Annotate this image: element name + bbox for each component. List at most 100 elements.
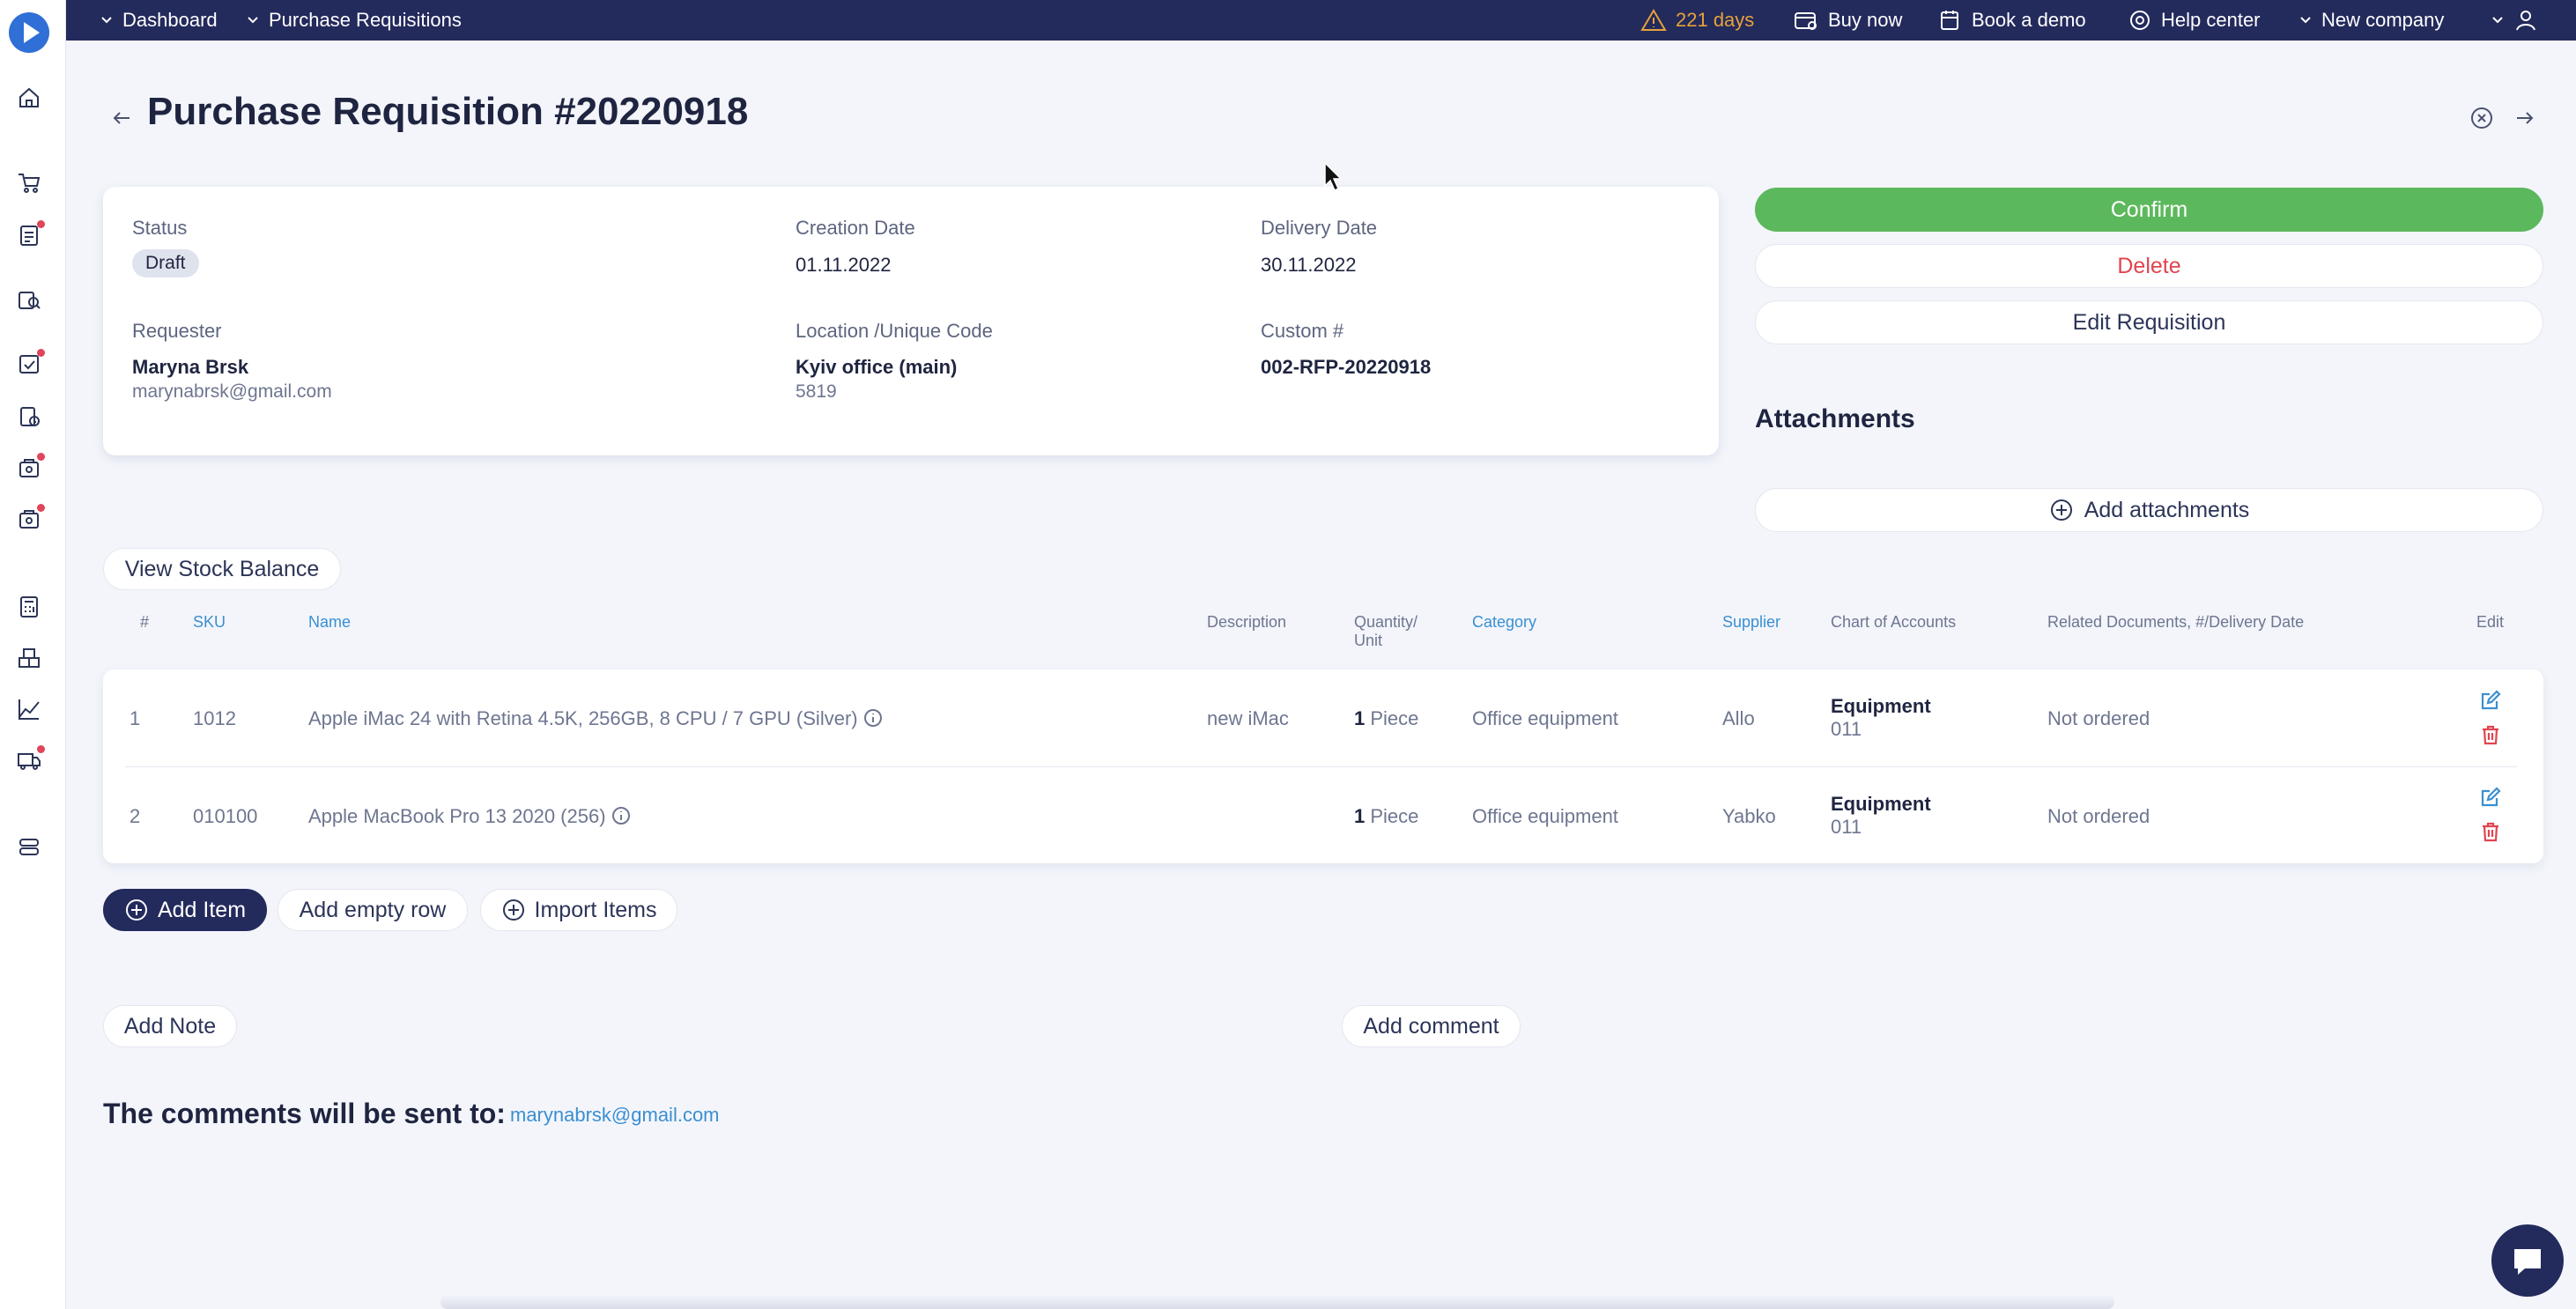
delete-button-label: Delete xyxy=(2117,253,2181,278)
notification-dot xyxy=(37,745,45,753)
row-2-quantity: 1 Piece xyxy=(1354,805,1418,828)
add-empty-row-button[interactable]: Add empty row xyxy=(278,889,468,931)
delete-button[interactable]: Delete xyxy=(1755,244,2543,288)
add-attachments-label: Add attachments xyxy=(2084,497,2250,522)
add-empty-row-label: Add empty row xyxy=(299,897,447,922)
notification-dot xyxy=(37,349,45,357)
add-note-button[interactable]: Add Note xyxy=(103,1005,237,1047)
delivery-date-value: 30.11.2022 xyxy=(1261,254,1357,276)
requester-label: Requester xyxy=(132,320,222,342)
inventory-icon[interactable] xyxy=(16,645,42,671)
info-icon[interactable] xyxy=(863,708,883,728)
company-selector[interactable]: New company xyxy=(2298,0,2444,41)
buy-now-label: Buy now xyxy=(1828,9,1903,31)
add-comment-button[interactable]: Add comment xyxy=(1342,1005,1521,1047)
chat-widget-button[interactable] xyxy=(2491,1224,2564,1297)
row-1-category: Office equipment xyxy=(1472,707,1618,729)
lifebuoy-icon xyxy=(2130,11,2150,30)
requisitions-icon[interactable] xyxy=(16,220,45,248)
orders-icon[interactable] xyxy=(16,453,45,481)
confirm-button[interactable]: Confirm xyxy=(1755,188,2543,232)
location-value: Kyiv office (main) xyxy=(796,356,958,378)
add-item-button[interactable]: Add Item xyxy=(103,889,267,931)
edit-requisition-button[interactable]: Edit Requisition xyxy=(1755,300,2543,344)
row-2-related: Not ordered xyxy=(2047,805,2150,827)
edit-icon[interactable] xyxy=(2479,689,2502,712)
row-1-name: Apple iMac 24 with Retina 4.5K, 256GB, 8… xyxy=(308,707,883,730)
close-circle-icon[interactable] xyxy=(2468,104,2496,132)
back-arrow-icon[interactable] xyxy=(107,104,136,132)
user-menu[interactable] xyxy=(2491,0,2538,41)
attachments-title: Attachments xyxy=(1755,404,1915,433)
approval-icon[interactable] xyxy=(16,349,45,377)
help-center-link[interactable]: Help center xyxy=(2128,0,2261,41)
trial-warning-label: 221 days xyxy=(1676,9,1755,31)
forward-arrow-icon[interactable] xyxy=(2511,104,2539,132)
trash-icon[interactable] xyxy=(2479,723,2502,746)
app-logo[interactable] xyxy=(9,12,49,53)
top-bar: Dashboard Purchase Requisitions 221 days… xyxy=(66,0,2576,41)
status-badge: Draft xyxy=(132,249,199,277)
row-divider xyxy=(125,766,2517,767)
trash-icon[interactable] xyxy=(2479,820,2502,843)
search-doc-icon[interactable] xyxy=(16,287,42,314)
row-2-name-text: Apple MacBook Pro 13 2020 (256) xyxy=(308,805,606,827)
custom-number-label: Custom # xyxy=(1261,320,1344,342)
confirm-button-label: Confirm xyxy=(2110,196,2188,222)
notification-dot xyxy=(37,453,45,461)
info-icon[interactable] xyxy=(611,806,631,825)
sidebar xyxy=(0,0,66,1309)
add-attachments-button[interactable]: Add attachments xyxy=(1755,488,2543,532)
notification-dot xyxy=(37,220,45,228)
analytics-icon[interactable] xyxy=(16,696,42,722)
row-1-qty-value: 1 xyxy=(1354,707,1366,729)
breadcrumb-requisitions-label: Purchase Requisitions xyxy=(269,9,462,31)
plus-circle-icon xyxy=(502,899,524,921)
row-1-account-name: Equipment xyxy=(1831,695,1931,717)
chevron-down-icon xyxy=(248,17,258,24)
receipts-icon[interactable] xyxy=(16,504,45,532)
buy-now-link[interactable]: Buy now xyxy=(1793,0,1902,41)
edit-icon[interactable] xyxy=(2479,786,2502,809)
col-header-description: Description xyxy=(1207,613,1287,631)
row-2-supplier: Yabko xyxy=(1722,805,1776,827)
chat-bubble-icon xyxy=(2514,1249,2541,1275)
requester-email: marynabrsk@gmail.com xyxy=(132,381,332,402)
cart-icon[interactable] xyxy=(16,169,42,196)
comments-recipient-email[interactable]: marynabrsk@gmail.com xyxy=(510,1104,720,1127)
col-header-num: # xyxy=(140,613,150,631)
breadcrumb-requisitions[interactable]: Purchase Requisitions xyxy=(246,0,462,41)
user-icon xyxy=(2516,11,2535,31)
add-note-label: Add Note xyxy=(123,1013,217,1039)
settings-icon[interactable] xyxy=(16,833,42,860)
location-label: Location /Unique Code xyxy=(796,320,993,342)
status-label: Status xyxy=(132,217,188,239)
add-comment-label: Add comment xyxy=(1363,1013,1499,1039)
breadcrumb-dashboard-label: Dashboard xyxy=(122,9,218,31)
col-header-category[interactable]: Category xyxy=(1472,613,1536,632)
col-header-supplier[interactable]: Supplier xyxy=(1722,613,1780,632)
import-items-button[interactable]: Import Items xyxy=(480,889,677,931)
breadcrumb-dashboard[interactable]: Dashboard xyxy=(100,0,218,41)
row-1-num: 1 xyxy=(130,707,141,729)
invoice-icon[interactable] xyxy=(16,403,42,430)
row-2-sku: 010100 xyxy=(193,805,258,827)
trial-warning[interactable]: 221 days xyxy=(1640,0,1754,41)
delivery-icon[interactable] xyxy=(16,745,45,773)
creation-date-value: 01.11.2022 xyxy=(796,254,892,276)
row-1-description: new iMac xyxy=(1207,707,1289,729)
home-icon[interactable] xyxy=(16,85,42,111)
col-header-sku[interactable]: SKU xyxy=(193,613,226,632)
row-2-account-code: 011 xyxy=(1831,816,1862,838)
row-2-account-name: Equipment xyxy=(1831,793,1931,815)
book-demo-label: Book a demo xyxy=(1972,9,2086,31)
col-header-name[interactable]: Name xyxy=(308,613,351,632)
calculator-icon[interactable] xyxy=(16,594,42,620)
mouse-cursor-icon xyxy=(1323,161,1344,193)
book-demo-link[interactable]: Book a demo xyxy=(1938,0,2086,41)
view-stock-balance-button[interactable]: View Stock Balance xyxy=(103,548,341,590)
creation-date-label: Creation Date xyxy=(796,217,915,239)
delivery-date-label: Delivery Date xyxy=(1261,217,1378,239)
wallet-icon xyxy=(1795,12,1817,30)
row-2-category: Office equipment xyxy=(1472,805,1618,827)
